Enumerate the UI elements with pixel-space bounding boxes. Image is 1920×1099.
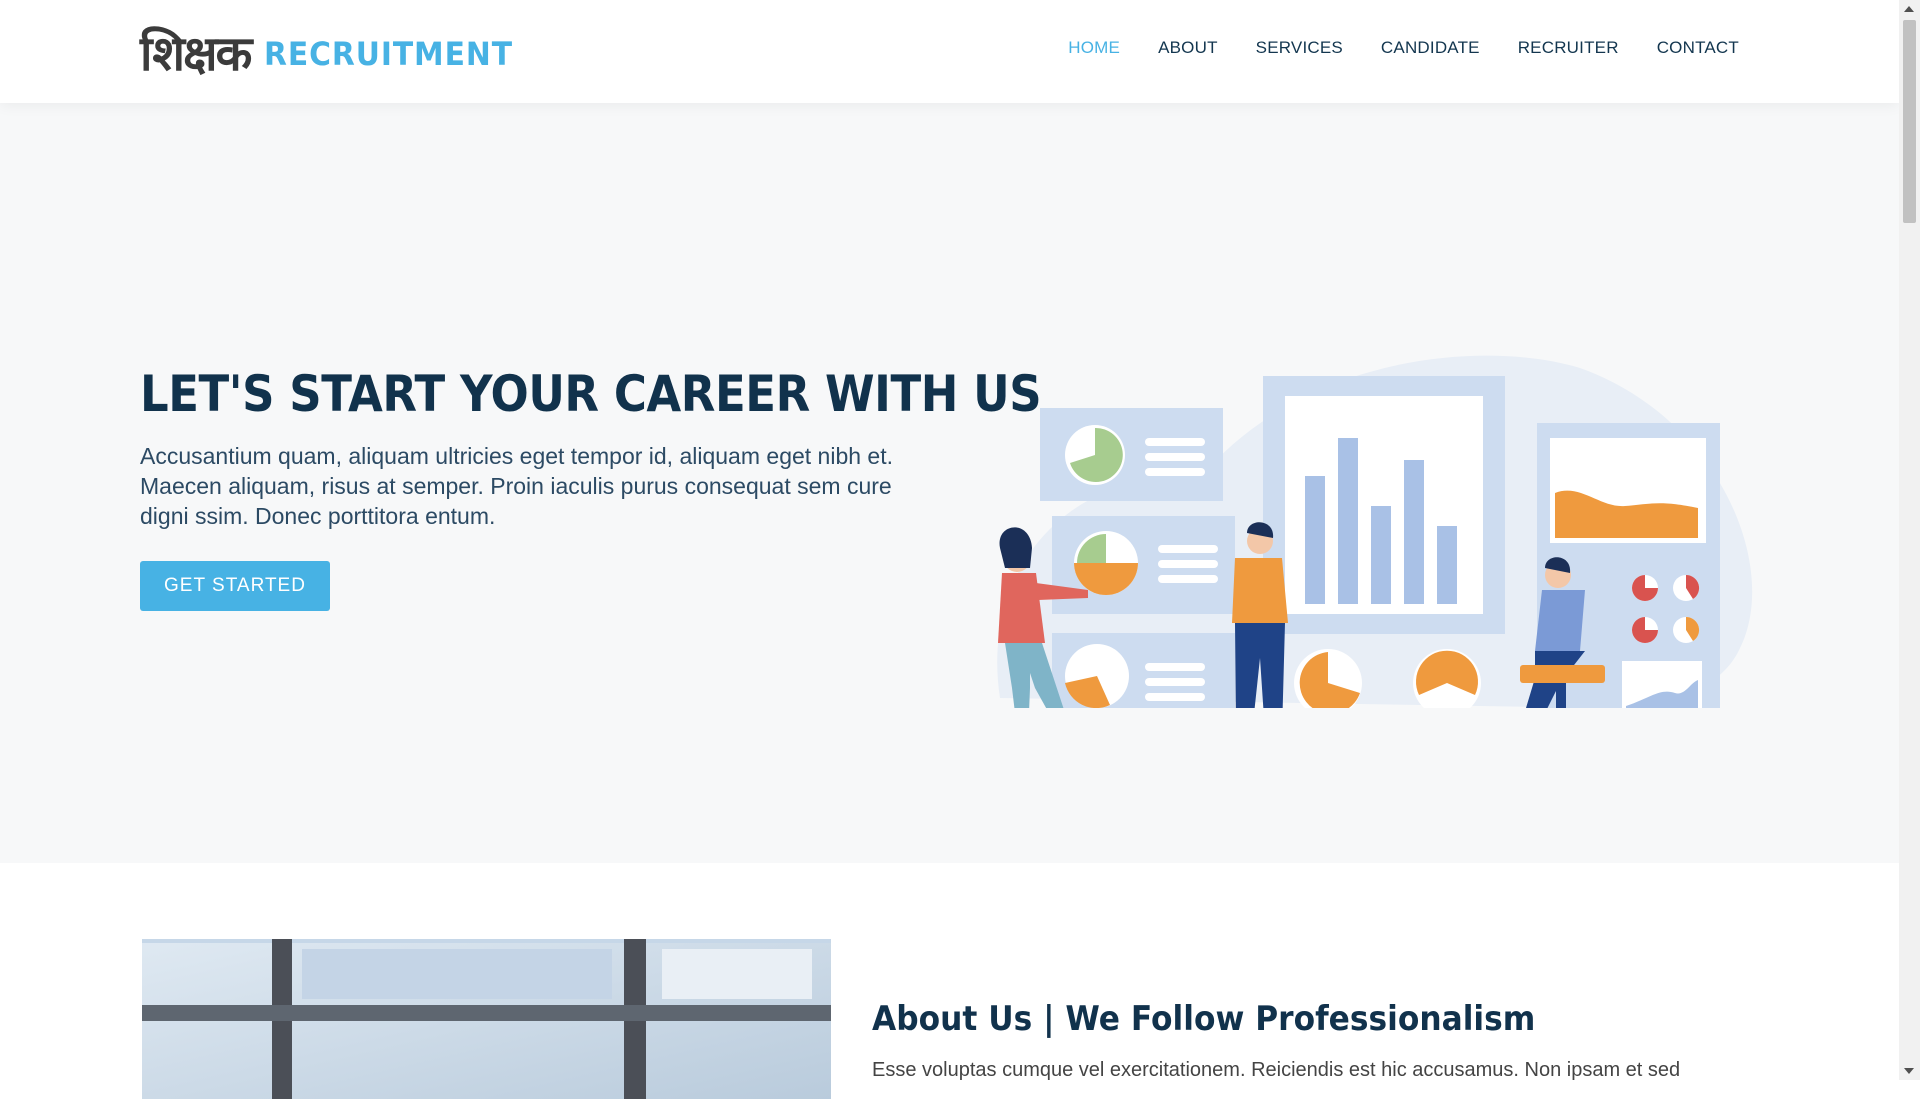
nav-recruiter[interactable]: RECRUITER bbox=[1518, 38, 1619, 58]
brand-logo[interactable]: शिक्षक RECRUITMENT bbox=[140, 26, 532, 81]
scroll-up-arrow-icon[interactable] bbox=[1904, 6, 1914, 12]
nav-about[interactable]: ABOUT bbox=[1158, 38, 1218, 58]
scrollbar-thumb[interactable] bbox=[1903, 20, 1916, 223]
logo-mark: शिक्षक bbox=[140, 25, 252, 82]
nav-home[interactable]: HOME bbox=[1068, 38, 1120, 58]
nav-contact[interactable]: CONTACT bbox=[1657, 38, 1739, 58]
about-title: About Us | We Follow Professionalism bbox=[872, 999, 1536, 1039]
hero-section: LET'S START YOUR CAREER WITH US Accusant… bbox=[0, 103, 1899, 863]
about-description: Esse voluptas cumque vel exercitationem.… bbox=[872, 1059, 1681, 1081]
site-header: शिक्षक RECRUITMENT HOME ABOUT SERVICES C… bbox=[0, 0, 1899, 103]
hero-illustration bbox=[997, 355, 1753, 708]
about-section: About Us | We Follow Professionalism Ess… bbox=[0, 863, 1899, 1099]
nav-services[interactable]: SERVICES bbox=[1256, 38, 1343, 58]
nav-candidate[interactable]: CANDIDATE bbox=[1381, 38, 1480, 58]
about-image bbox=[142, 939, 831, 1099]
scroll-down-arrow-icon[interactable] bbox=[1904, 1068, 1914, 1074]
hero-description: Accusantium quam, aliquam ultricies eget… bbox=[140, 443, 894, 529]
main-nav: HOME ABOUT SERVICES CANDIDATE RECRUITER … bbox=[1030, 38, 1739, 58]
logo-text: RECRUITMENT bbox=[264, 34, 514, 73]
get-started-button[interactable]: GET STARTED bbox=[140, 561, 330, 611]
page-scrollbar[interactable] bbox=[1899, 0, 1920, 1080]
hero-title: LET'S START YOUR CAREER WITH US bbox=[140, 365, 1042, 423]
